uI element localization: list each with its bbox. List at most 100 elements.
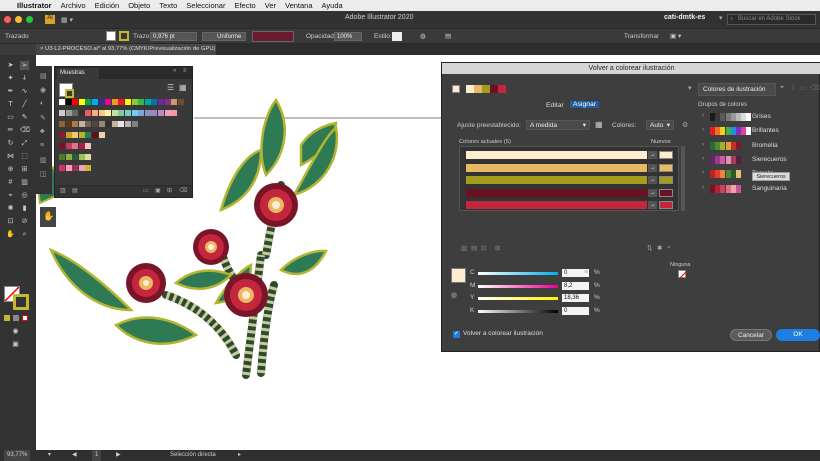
transform-link[interactable]: Transformar [624,33,659,40]
swatch-row4-1[interactable] [65,132,72,138]
delete-group-icon[interactable]: ⌫ [810,84,820,92]
swatch-row2-0[interactable] [59,110,65,116]
mesh-tool-icon[interactable]: # [6,178,15,187]
swatch-row2-9[interactable] [118,110,125,116]
next-artboard-icon[interactable]: ▶ [116,450,121,461]
artboard-tool-icon[interactable]: ⊡ [6,217,15,226]
swatch-row2-1[interactable] [65,110,72,116]
swatch-row1-2[interactable] [72,99,79,105]
swatch-row2-3[interactable] [78,110,85,116]
eraser-tool-icon[interactable]: ⌫ [20,126,30,135]
menu-texto[interactable]: Texto [159,1,177,10]
swatch-row1-9[interactable] [118,99,125,105]
gradient-icon[interactable]: ▥ [40,156,47,164]
swatch-row6-1[interactable] [65,154,72,160]
cmyk-value-y[interactable]: 18,36 [562,294,589,302]
swatch-row4-6[interactable] [98,132,105,138]
swatch-row2-15[interactable] [158,110,164,116]
gradient-tool-icon[interactable]: ▥ [20,178,29,187]
assign-tab[interactable]: Asignar [570,101,600,108]
swatch-row7-4[interactable] [85,165,92,171]
cmyk-slider-k[interactable] [478,309,558,313]
swatch-row2-7[interactable] [105,110,112,116]
swatch-libraries-icon[interactable]: ▥ [60,187,66,194]
arrange-icon[interactable]: ▣ ▾ [670,32,681,40]
grid-view-icon[interactable]: ▦ [179,83,187,92]
align-icon[interactable]: ▤ [445,32,451,40]
swatch-row1-15[interactable] [158,99,164,105]
swatch-row5-4[interactable] [85,143,92,149]
swatch-row1-18[interactable] [177,99,184,105]
brushes-icon[interactable]: ✎ [40,114,46,122]
pencil-tool-icon[interactable]: ✏ [6,126,15,135]
swatch-row2-8[interactable] [111,110,118,116]
color-mode-icon[interactable] [4,315,10,321]
menu-ayuda[interactable]: Ayuda [322,1,343,10]
perspective-grid-tool-icon[interactable]: ⊞ [20,165,29,174]
layers-icon[interactable]: ◉ [40,86,46,94]
swatch-row2-17[interactable] [171,110,178,116]
swatch-row1-4[interactable] [85,99,92,105]
swatch-row2-14[interactable] [151,110,158,116]
swatch-row1-7[interactable] [105,99,112,105]
document-tab-close-icon[interactable]: × [40,46,43,52]
menu-app[interactable]: Illustrator [17,1,52,10]
color-group-row[interactable]: › Grises [700,111,820,123]
swatch-row3-4[interactable] [85,121,92,127]
swatch-row3-3[interactable] [78,121,85,127]
stroke-weight-input[interactable]: 0,976 pt [150,32,197,41]
width-tool-icon[interactable]: ⋈ [6,152,15,161]
swatch-row3-5[interactable] [92,121,98,127]
rotate-tool-icon[interactable]: ↻ [6,139,15,148]
swatch-row2-12[interactable] [138,110,145,116]
swatch-row1-8[interactable] [111,99,118,105]
swatch-row6-0[interactable] [59,154,65,160]
swatches-tab[interactable]: Muestras [57,68,99,79]
none-mode-icon[interactable] [22,315,28,321]
swatch-row4-2[interactable] [72,132,79,138]
swatch-row2-4[interactable] [85,110,92,116]
swatch-row1-5[interactable] [92,99,98,105]
edit-tab[interactable]: Editar [546,102,564,109]
swatch-row3-6[interactable] [98,121,105,127]
menu-ver[interactable]: Ver [265,1,276,10]
swatch-row2-16[interactable] [164,110,171,116]
swatch-row1-16[interactable] [164,99,171,105]
scale-tool-icon[interactable]: ⤢ [20,139,29,148]
swatch-row5-3[interactable] [78,143,85,149]
panel-menu-icon[interactable]: ≡ [183,68,187,74]
swatch-row2-5[interactable] [92,110,98,116]
stroke-swatch[interactable] [119,31,129,41]
artboard-number[interactable]: 1 [92,450,102,461]
paintbrush-tool-icon[interactable]: ✎ [20,113,29,122]
artwork-colors-tab[interactable]: Colores de ilustración [698,83,776,96]
ok-button[interactable]: OK [776,329,820,341]
new-swatch-icon[interactable]: ⊞ [167,187,172,194]
swatch-row5-1[interactable] [65,143,72,149]
graphic-style-swatch[interactable] [392,32,402,41]
fill-stroke-proxy[interactable] [59,83,74,98]
type-tool-icon[interactable]: T [6,100,15,109]
properties-icon[interactable]: ▤ [40,72,47,80]
document-tab[interactable]: × U3-L2-PROCESO.ai* al 93,77% (CMYK/Prev… [36,44,216,55]
graph-tool-icon[interactable]: ▮ [20,204,29,213]
swatch-row7-3[interactable] [78,165,85,171]
shape-builder-tool-icon[interactable]: ⊕ [6,165,15,174]
stroke-icon[interactable]: ≡ [40,142,44,149]
expand-chevron-icon[interactable]: › [702,113,704,119]
minimize-window-button[interactable] [15,16,22,23]
opacity-input[interactable]: 100% [334,32,362,41]
swatch-row1-12[interactable] [138,99,145,105]
swatch-row3-7[interactable] [105,121,112,127]
list-view-icon[interactable]: ☰ [167,83,174,92]
active-color-swatch[interactable] [452,85,460,93]
swatch-row3-0[interactable] [59,121,65,127]
swatch-row5-0[interactable] [59,143,65,149]
swatch-row1-10[interactable] [125,99,131,105]
workspace-switcher[interactable]: cati-dmtk-es [664,14,705,21]
transparency-icon[interactable]: ◫ [40,170,47,178]
swatch-row1-17[interactable] [171,99,178,105]
stroke-color-indicator[interactable] [13,294,29,310]
collapse-icon[interactable]: « [173,68,176,74]
status-menu-icon[interactable]: ▸ [238,450,241,461]
